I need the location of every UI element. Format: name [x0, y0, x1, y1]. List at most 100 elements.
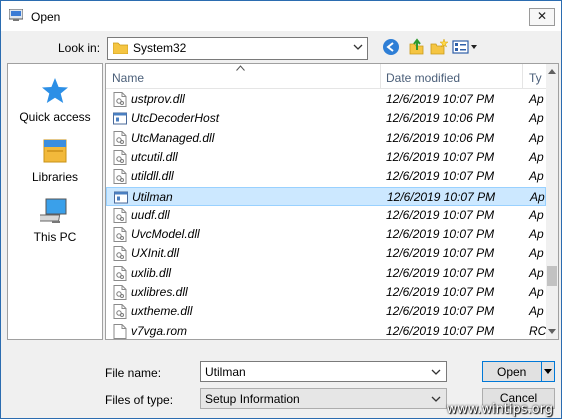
scrollbar-thumb[interactable] [547, 266, 557, 286]
file-row[interactable]: ustprov.dll 12/6/2019 10:07 PM Ap [106, 90, 546, 109]
look-in-dropdown[interactable]: System32 [107, 37, 368, 60]
close-button[interactable]: ✕ [529, 8, 555, 26]
file-type-cell: Ap [529, 111, 544, 126]
file-date-cell: 12/6/2019 10:07 PM [387, 189, 496, 204]
file-name-cell: Utilman [132, 189, 173, 204]
file-list[interactable]: Name Date modified Ty ustprov.dll 12/6/20… [105, 63, 559, 340]
column-header: Name Date modified Ty [106, 64, 546, 89]
file-type-cell: RC [529, 323, 547, 338]
dll-icon [113, 265, 127, 281]
file-name-cell: UtcManaged.dll [131, 130, 215, 145]
split-divider [541, 362, 542, 381]
place-this-pc[interactable]: This PC [8, 196, 102, 244]
column-date-modified[interactable]: Date modified [386, 71, 460, 85]
file-name-cell: utcutil.dll [131, 149, 178, 164]
file-date-cell: 12/6/2019 10:06 PM [386, 111, 495, 126]
close-icon: ✕ [536, 9, 548, 23]
up-folder-button[interactable] [407, 38, 425, 58]
file-date-cell: 12/6/2019 10:07 PM [386, 149, 495, 164]
column-divider[interactable] [522, 64, 523, 88]
file-type-cell: Ap [530, 189, 545, 204]
file-row[interactable]: UtcManaged.dll 12/6/2019 10:06 PM Ap [106, 129, 546, 148]
file-date-cell: 12/6/2019 10:07 PM [386, 227, 495, 242]
column-name[interactable]: Name [112, 71, 144, 85]
file-row[interactable]: v7vga.rom 12/6/2019 10:07 PM RC [106, 322, 547, 339]
file-row[interactable]: uxlib.dll 12/6/2019 10:07 PM Ap [106, 264, 546, 283]
file-type-cell: Ap [529, 149, 544, 164]
libraries-icon [43, 139, 67, 163]
file-icon [113, 323, 127, 339]
place-label: This PC [33, 230, 77, 244]
file-date-cell: 12/6/2019 10:06 PM [386, 130, 495, 145]
sort-up-icon [236, 65, 245, 71]
open-button[interactable]: Open [482, 361, 555, 382]
places-bar: Quick access Libraries This PC [7, 63, 103, 340]
back-button[interactable] [382, 38, 400, 58]
file-date-cell: 12/6/2019 10:07 PM [386, 285, 495, 299]
file-type-cell: Ap [529, 207, 544, 222]
chevron-down-icon[interactable] [431, 367, 441, 377]
open-button-label: Open [497, 365, 527, 379]
file-type-cell: Ap [529, 169, 544, 184]
watermark: www.wintips.org [446, 402, 553, 417]
files-of-type-select[interactable]: Setup Information [200, 388, 447, 409]
app-icon [9, 9, 23, 21]
file-type-cell: Ap [529, 285, 544, 299]
dialog-title: Open [31, 10, 61, 24]
view-menu-button[interactable] [452, 38, 478, 58]
file-row[interactable]: utildll.dll 12/6/2019 10:07 PM Ap [106, 167, 546, 186]
file-date-cell: 12/6/2019 10:07 PM [386, 304, 495, 319]
file-type-cell: Ap [529, 265, 544, 280]
new-folder-icon [430, 38, 448, 55]
new-folder-button[interactable] [430, 38, 448, 58]
file-row-selected[interactable]: Utilman 12/6/2019 10:07 PM Ap [106, 186, 546, 206]
file-type-cell: Ap [529, 246, 544, 261]
file-row[interactable]: uxtheme.dll 12/6/2019 10:07 PM Ap [106, 302, 546, 321]
file-row[interactable]: UtcDecoderHost 12/6/2019 10:06 PM Ap [106, 109, 546, 128]
file-row[interactable]: UvcModel.dll 12/6/2019 10:07 PM Ap [106, 225, 546, 244]
dropdown-arrow-icon[interactable] [544, 369, 552, 374]
dll-icon [113, 92, 127, 107]
column-divider[interactable] [380, 64, 381, 88]
dll-icon [113, 169, 127, 185]
file-name-cell: utildll.dll [131, 169, 174, 184]
place-quick-access[interactable]: Quick access [8, 76, 102, 124]
file-date-cell: 12/6/2019 10:07 PM [386, 246, 495, 261]
file-row[interactable]: uxlibres.dll 12/6/2019 10:07 PM Ap [106, 283, 546, 302]
file-row[interactable]: utcutil.dll 12/6/2019 10:07 PM Ap [106, 148, 546, 167]
file-name-cell: uxlib.dll [131, 265, 172, 280]
files-of-type-value: Setup Information [205, 392, 300, 406]
files-of-type-label: Files of type: [105, 393, 174, 407]
look-in-label: Look in: [58, 41, 101, 55]
open-dialog: Open ✕ Look in: System32 Quick access Li… [0, 0, 562, 419]
chevron-down-icon [431, 396, 441, 402]
dll-icon [113, 207, 127, 223]
scroll-up-icon[interactable] [548, 68, 556, 74]
file-date-cell: 12/6/2019 10:07 PM [386, 265, 495, 280]
file-name-cell: uxlibres.dll [131, 285, 188, 299]
dll-icon [113, 246, 127, 262]
look-in-value: System32 [133, 41, 187, 55]
dll-icon [113, 304, 127, 320]
file-row[interactable]: UXInit.dll 12/6/2019 10:07 PM Ap [106, 244, 546, 263]
column-type[interactable]: Ty [529, 71, 542, 85]
file-date-cell: 12/6/2019 10:07 PM [386, 207, 495, 222]
file-date-cell: 12/6/2019 10:07 PM [386, 323, 495, 338]
title-bar[interactable]: Open ✕ [1, 1, 561, 31]
file-date-cell: 12/6/2019 10:07 PM [386, 92, 495, 106]
file-name-input[interactable]: Utilman [200, 361, 447, 382]
file-name-label: File name: [105, 366, 162, 380]
place-libraries[interactable]: Libraries [8, 136, 102, 184]
file-type-cell: Ap [529, 304, 544, 319]
exe-icon [113, 111, 127, 126]
file-name-cell: UtcDecoderHost [131, 111, 220, 126]
vertical-scrollbar[interactable] [546, 64, 558, 339]
computer-icon [40, 198, 67, 223]
place-label: Libraries [31, 170, 79, 184]
scroll-down-icon[interactable] [548, 329, 556, 335]
file-type-cell: Ap [529, 227, 544, 242]
file-name-cell: uudf.dll [131, 207, 170, 222]
file-name-cell: uxtheme.dll [131, 304, 193, 319]
chevron-down-icon [353, 44, 363, 50]
file-row[interactable]: uudf.dll 12/6/2019 10:07 PM Ap [106, 206, 546, 225]
